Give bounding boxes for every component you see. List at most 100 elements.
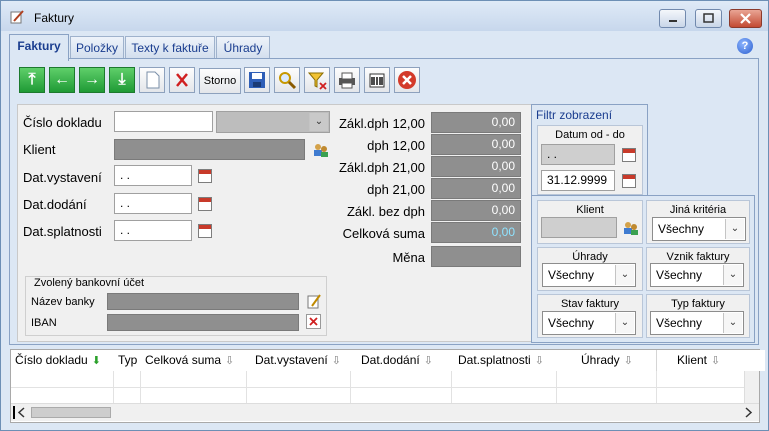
dat-dodani-input[interactable]: . . xyxy=(114,193,192,214)
zakl-dph-21-value: 0,00 xyxy=(431,156,521,177)
klient-filter-input[interactable] xyxy=(541,217,617,238)
zakl-bez-dph-value: 0,00 xyxy=(431,200,521,221)
sort-arrow-down-icon: ⇩ xyxy=(225,355,235,367)
close-form-button[interactable] xyxy=(394,67,420,93)
scroll-left-icon[interactable] xyxy=(13,406,27,419)
typ-faktury-select[interactable]: Všechny ⌄ xyxy=(650,311,744,335)
uhrady-select[interactable]: Všechny ⌄ xyxy=(542,263,636,287)
dph-12-value: 0,00 xyxy=(431,134,521,155)
tab-texty-k-fakture[interactable]: Texty k faktuře xyxy=(125,36,215,58)
column-header-dat-splatnosti[interactable]: Dat.splatnosti ⇩ xyxy=(452,350,558,371)
sort-arrow-down-icon: ⬇ xyxy=(91,355,101,367)
dph-12-label: dph 12,00 xyxy=(367,138,425,153)
dat-splatnosti-input[interactable]: . . xyxy=(114,220,192,241)
edit-note-icon[interactable] xyxy=(306,293,322,309)
tab-polozky[interactable]: Položky xyxy=(70,36,124,58)
minimize-button[interactable] xyxy=(659,9,686,28)
scroll-right-icon[interactable] xyxy=(743,406,755,419)
klient-filter-label: Klient xyxy=(576,204,604,216)
clear-x-icon xyxy=(309,317,318,326)
column-label: Číslo dokladu xyxy=(15,353,88,367)
horizontal-scrollbar[interactable] xyxy=(11,403,759,421)
clear-iban-button[interactable] xyxy=(306,314,321,329)
jina-kriteria-value: Všechny xyxy=(658,222,705,236)
column-header-cislo-dokladu[interactable]: Číslo dokladu ⬇ xyxy=(11,350,118,371)
sort-arrow-down-icon: ⇩ xyxy=(423,355,433,367)
iban-label: IBAN xyxy=(31,317,57,329)
close-button[interactable] xyxy=(729,9,762,28)
iban-input[interactable] xyxy=(107,314,299,331)
tab-uhrady[interactable]: Úhrady xyxy=(216,36,270,58)
chevron-down-icon: ⌄ xyxy=(615,313,634,333)
sort-arrow-down-icon: ⇩ xyxy=(534,355,544,367)
new-record-button[interactable] xyxy=(139,67,165,93)
stav-faktury-label: Stav faktury xyxy=(560,298,620,310)
bank-name-input[interactable] xyxy=(107,293,299,310)
sort-arrow-down-icon: ⇩ xyxy=(711,355,721,367)
column-header-dat-dodani[interactable]: Dat.dodání ⇩ xyxy=(351,350,462,371)
date-filter-label: Datum od - do xyxy=(555,129,625,141)
doc-series-select[interactable]: ⌄ xyxy=(216,111,330,133)
scrollbar-thumb[interactable] xyxy=(31,407,111,418)
save-button[interactable] xyxy=(244,67,270,93)
dat-vystaveni-input[interactable]: . . xyxy=(114,165,192,186)
jina-kriteria-label: Jiná kritéria xyxy=(669,204,727,216)
maximize-button[interactable] xyxy=(695,9,722,28)
next-record-button[interactable]: → xyxy=(79,67,105,93)
zakl-dph-21-label: Zákl.dph 21,00 xyxy=(338,160,425,175)
calendar-icon[interactable] xyxy=(198,197,212,211)
help-icon[interactable]: ? xyxy=(737,38,753,54)
client-lookup-icon[interactable] xyxy=(312,141,329,158)
calendar-icon[interactable] xyxy=(622,148,636,162)
stav-faktury-value: Všechny xyxy=(548,316,595,330)
jina-kriteria-select[interactable]: Všechny ⌄ xyxy=(652,217,746,241)
vznik-faktury-label: Vznik faktury xyxy=(666,251,730,263)
date-from-input[interactable]: . . xyxy=(541,144,615,165)
minimize-icon xyxy=(669,20,677,22)
clear-filter-button[interactable] xyxy=(304,67,330,93)
calendar-icon[interactable] xyxy=(622,174,636,188)
storno-button[interactable]: Storno xyxy=(199,68,241,94)
print-button[interactable] xyxy=(334,67,360,93)
column-header-dat-vystaveni[interactable]: Dat.vystavení ⇩ xyxy=(247,350,363,371)
column-label: Celková suma xyxy=(145,353,222,367)
vznik-faktury-value: Všechny xyxy=(656,268,703,282)
column-label: Dat.vystavení xyxy=(255,353,328,367)
mena-value[interactable] xyxy=(431,246,521,267)
column-header-uhrady[interactable]: Úhrady ⇩ xyxy=(557,350,657,371)
dat-dodani-label: Dat.dodání xyxy=(23,197,87,212)
celkova-suma-value: 0,00 xyxy=(431,222,521,243)
title-bar: Faktury xyxy=(1,1,768,31)
typ-faktury-label: Typ faktury xyxy=(671,298,725,310)
dph-21-value: 0,00 xyxy=(431,178,521,199)
barcode-export-icon xyxy=(369,73,385,88)
previous-record-button[interactable]: ← xyxy=(49,67,75,93)
vznik-faktury-select[interactable]: Všechny ⌄ xyxy=(650,263,744,287)
typ-faktury-value: Všechny xyxy=(656,316,703,330)
client-lookup-icon[interactable] xyxy=(622,219,639,236)
zakl-bez-dph-label: Zákl. bez dph xyxy=(346,204,425,219)
chevron-down-icon: ⌄ xyxy=(615,265,634,285)
search-button[interactable] xyxy=(274,67,300,93)
cislo-dokladu-input[interactable] xyxy=(114,111,213,132)
calendar-icon[interactable] xyxy=(198,169,212,183)
date-to-input[interactable]: 31.12.9999 xyxy=(541,170,615,191)
tab-faktury[interactable]: Faktury xyxy=(9,34,69,61)
red-close-circle-icon xyxy=(398,71,416,89)
export-button[interactable] xyxy=(364,67,390,93)
column-header-celkova-suma[interactable]: Celková suma ⇩ xyxy=(141,350,251,371)
delete-record-button[interactable] xyxy=(169,67,195,93)
klient-input[interactable] xyxy=(114,139,305,160)
vertical-scrollbar[interactable] xyxy=(744,371,759,403)
delete-x-icon xyxy=(176,73,188,87)
last-record-button[interactable]: ⤓ xyxy=(109,67,135,93)
uhrady-filter-label: Úhrady xyxy=(572,251,608,263)
close-icon xyxy=(740,13,751,24)
column-header-klient[interactable]: Klient ⇩ xyxy=(657,350,765,371)
stav-faktury-select[interactable]: Všechny ⌄ xyxy=(542,311,636,335)
first-record-button[interactable]: ⤒ xyxy=(19,67,45,93)
calendar-icon[interactable] xyxy=(198,224,212,238)
invoice-pen-icon xyxy=(10,10,24,24)
dat-vystaveni-label: Dat.vystavení xyxy=(23,170,102,185)
klient-label: Klient xyxy=(23,142,56,157)
